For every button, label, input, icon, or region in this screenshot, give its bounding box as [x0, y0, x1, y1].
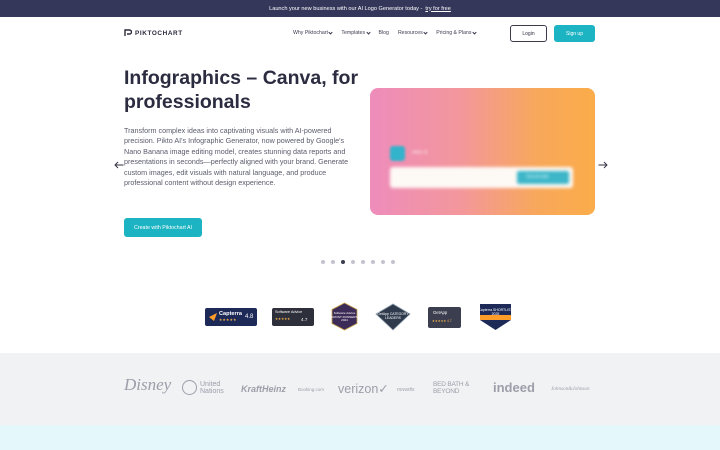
promo-text: Launch your new business with our AI Log… — [269, 5, 423, 12]
verizon-logo: verizon✓ — [338, 382, 389, 396]
menu-pricing-plans[interactable]: Pricing & Plans — [436, 29, 477, 36]
review-badges: Capterra ★★★★★ 4.8 Software Advice ★★★★★… — [0, 300, 720, 332]
hero-description: Transform complex ideas into captivating… — [124, 126, 349, 188]
getapp-rating-badge: GetApp ★★★★★ 4.7 — [428, 307, 461, 328]
capterra-stars: ★★★★★ — [219, 318, 237, 322]
signup-button[interactable]: Sign up — [554, 25, 595, 42]
demo-prompt-bar: Generate — [390, 167, 573, 188]
menu-blog[interactable]: Blog — [379, 30, 389, 36]
logo-text: PIKTOCHART — [135, 29, 183, 37]
customer-logos-band: Disney United Nations KraftHeinz Booking… — [0, 353, 720, 425]
kraftheinz-logo: KraftHeinz — [241, 384, 287, 394]
chevron-down-icon — [472, 29, 477, 35]
chevron-down-icon — [423, 29, 428, 35]
carousel-dot[interactable] — [381, 260, 385, 264]
next-section-band — [0, 425, 720, 450]
getapp-leaders-badge: GetApp CATEGORY LEADERS — [375, 303, 411, 331]
demo-chip: Hi!s ß — [390, 146, 455, 161]
carousel-dots — [321, 260, 395, 264]
menu-label: Pricing & Plans — [436, 30, 472, 36]
carousel-dot[interactable] — [351, 260, 355, 264]
indeed-logo: indeed — [493, 380, 535, 395]
top-navigation: PIKTOCHART Why Piktochart Templates Blog… — [0, 17, 720, 51]
piktochart-logo-icon — [124, 29, 132, 36]
united-nations-logo: United Nations — [182, 380, 230, 395]
hero-title: Infographics – Canva, for professionals — [124, 67, 359, 113]
carousel-dot[interactable] — [331, 260, 335, 264]
login-button[interactable]: Login — [510, 25, 547, 42]
front-runners-text: Software Advice FRONT RUNNERS 2024 — [331, 311, 358, 323]
main-menu: Why Piktochart Templates Blog Resources … — [293, 29, 477, 36]
demo-generate-button: Generate — [517, 171, 569, 184]
menu-resources[interactable]: Resources — [397, 29, 428, 36]
getapp-leaders-text: GetApp CATEGORY LEADERS — [377, 312, 409, 320]
menu-label: Templates — [341, 30, 366, 36]
ai-avatar-icon — [390, 146, 405, 161]
disney-logo: Disney — [124, 375, 172, 394]
software-advice-rating: 4.7 — [301, 317, 308, 322]
capterra-badge: Capterra ★★★★★ 4.8 — [205, 308, 257, 326]
getapp-stars: ★★★★★ 4.7 — [432, 319, 452, 323]
create-with-ai-button[interactable]: Create with Piktochart AI — [124, 218, 202, 237]
carousel-prev-arrow-icon[interactable] — [114, 161, 124, 169]
carousel-dot[interactable] — [371, 260, 375, 264]
carousel-dot-active[interactable] — [341, 260, 345, 264]
capterra-arrow-icon — [209, 313, 217, 321]
capterra-shortlist-text: Capterra SHORTLIST 2025 — [478, 308, 513, 316]
carousel-dot[interactable] — [391, 260, 395, 264]
un-logo-text: United Nations — [200, 380, 224, 395]
booking-logo: Booking.com — [298, 387, 325, 392]
piktochart-logo[interactable]: PIKTOCHART — [124, 29, 183, 37]
carousel-dot[interactable] — [321, 260, 325, 264]
chip-text: Hi!s ß — [412, 150, 428, 156]
front-runners-badge: Software Advice FRONT RUNNERS 2024 — [331, 302, 358, 331]
capterra-shortlist-badge: Capterra SHORTLIST 2025 — [477, 303, 514, 331]
johnson-johnson-logo: Johnson&Johnson — [551, 386, 590, 392]
demo-generate-label: Generate — [526, 174, 549, 180]
bed-bath-beyond-logo: BED BATH & BEYOND — [433, 381, 470, 395]
menu-templates[interactable]: Templates — [341, 29, 371, 36]
software-advice-name: Software Advice — [275, 310, 303, 314]
capterra-name: Capterra — [219, 311, 243, 317]
chevron-down-icon — [365, 29, 371, 35]
menu-label: Resources — [397, 30, 423, 36]
software-advice-stars: ★★★★★ — [275, 317, 291, 321]
promo-banner: Launch your new business with our AI Log… — [0, 0, 720, 17]
capterra-rating: 4.8 — [245, 314, 254, 320]
software-advice-badge: Software Advice ★★★★★ 4.7 — [272, 308, 314, 326]
carousel-dot[interactable] — [361, 260, 365, 264]
menu-why-piktochart[interactable]: Why Piktochart — [293, 29, 334, 36]
menu-label: Blog — [378, 30, 389, 36]
novartis-logo: novartis — [397, 387, 415, 393]
getapp-name: GetApp — [433, 310, 448, 315]
carousel-next-arrow-icon[interactable] — [598, 161, 608, 169]
menu-label: Why Piktochart — [293, 30, 328, 36]
hero-demo-card: Hi!s ß Generate — [370, 88, 595, 215]
promo-link[interactable]: try for free — [425, 6, 451, 12]
chevron-down-icon — [328, 29, 334, 35]
un-emblem-icon — [182, 380, 197, 395]
